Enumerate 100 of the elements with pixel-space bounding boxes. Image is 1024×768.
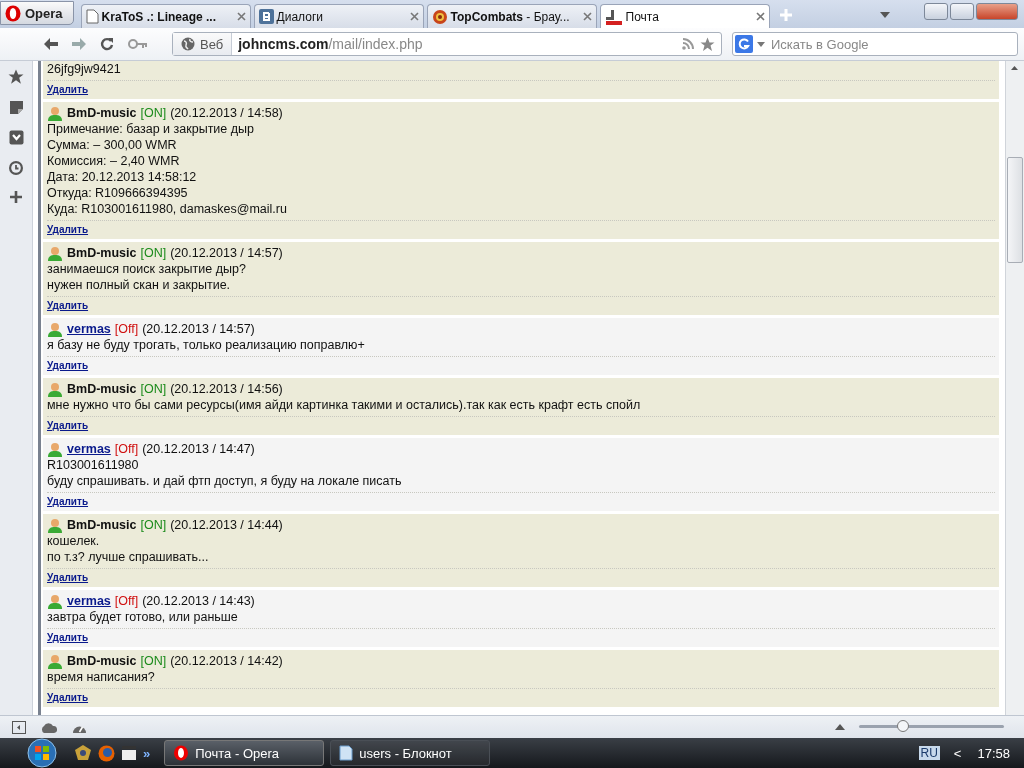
up-caret-icon[interactable]: [835, 724, 845, 730]
delete-link[interactable]: Удалить: [47, 300, 89, 312]
author-name: BmD-music: [67, 517, 137, 533]
search-field[interactable]: Искать в Google: [769, 35, 1017, 53]
user-icon: [47, 105, 63, 121]
status-label: [ON]: [140, 105, 167, 121]
minimize-button[interactable]: [924, 3, 948, 20]
emblem-app-icon[interactable]: [74, 744, 92, 762]
message-line: R103001611980: [47, 457, 140, 473]
firefox-icon[interactable]: [98, 744, 115, 762]
tray-expand-button[interactable]: <: [953, 745, 962, 761]
zoom-slider-thumb[interactable]: [896, 720, 909, 732]
history-clock-icon[interactable]: [8, 160, 24, 176]
author-link[interactable]: vermas: [67, 593, 111, 609]
user-icon: [47, 593, 63, 609]
message-time: (20.12.2013 / 14:42): [170, 653, 283, 669]
delete-link[interactable]: Удалить: [47, 84, 89, 96]
delete-link[interactable]: Удалить: [47, 224, 89, 236]
tab-list-caret-icon[interactable]: [879, 11, 891, 19]
taskbar-button[interactable]: Почта - Opera: [164, 740, 325, 766]
emblem-icon: [431, 8, 448, 25]
close-icon[interactable]: [236, 12, 246, 21]
message-line: я базу не буду трогать, только реализацию поправлю+: [47, 337, 366, 353]
author-name: BmD-music: [67, 245, 137, 261]
user-icon: [47, 321, 63, 337]
message-time: (20.12.2013 / 14:43): [142, 593, 255, 609]
status-label: [ON]: [140, 653, 167, 669]
cloud-icon[interactable]: [40, 721, 58, 733]
user-icon: [47, 245, 63, 261]
author-name: BmD-music: [67, 653, 137, 669]
user-icon: [47, 517, 63, 533]
rss-icon[interactable]: [682, 38, 694, 50]
message-line: Комиссия: – 2,40 WMR: [47, 153, 181, 169]
taskbar-button[interactable]: users - Блокнот: [330, 740, 491, 766]
url-text: johncms.com/mail/index.php: [237, 36, 424, 52]
opera-logo-icon: [5, 4, 21, 22]
browser-tab[interactable]: KraToS .: Lineage ...: [80, 4, 251, 28]
key-icon[interactable]: [128, 39, 148, 49]
add-panel-plus-icon[interactable]: [10, 191, 22, 203]
message-line: мне нужно что бы сами ресурсы(имя айди картинка такими и остались).так как есть крафт есть спойл: [47, 397, 642, 413]
address-field[interactable]: Веб johncms.com/mail/index.php: [172, 32, 722, 56]
forward-icon[interactable]: [72, 38, 86, 50]
delete-link[interactable]: Удалить: [47, 572, 89, 584]
downloads-icon[interactable]: [8, 130, 24, 145]
page-icon: [85, 9, 99, 24]
panel-toggle-icon[interactable]: [12, 720, 26, 734]
clapperboard-icon[interactable]: [121, 745, 137, 761]
message-line: Сумма: – 300,00 WMR: [47, 137, 178, 153]
message-line: занимаешся поиск закрытие дыр?: [47, 261, 247, 277]
status-label: [Off]: [114, 593, 139, 609]
delete-link[interactable]: Удалить: [47, 632, 89, 644]
search-bar[interactable]: Искать в Google: [732, 32, 1018, 56]
status-label: [ON]: [140, 245, 167, 261]
message-time: (20.12.2013 / 14:44): [170, 517, 283, 533]
message-time: (20.12.2013 / 14:57): [142, 321, 255, 337]
star-icon[interactable]: [700, 36, 715, 52]
user-icon: [47, 381, 63, 397]
notepad-icon: [339, 745, 354, 761]
start-button[interactable]: [24, 738, 60, 768]
caret-icon[interactable]: [757, 41, 765, 47]
restore-button[interactable]: [950, 3, 974, 20]
delete-link[interactable]: Удалить: [47, 360, 89, 372]
message-line: Откуда: R109666394395: [47, 185, 189, 201]
clock[interactable]: 17:58: [977, 745, 1010, 761]
language-indicator[interactable]: RU: [918, 746, 940, 760]
user-icon: [47, 653, 63, 669]
back-icon[interactable]: [44, 38, 58, 50]
quick-launch-overflow[interactable]: »: [143, 745, 151, 761]
delete-link[interactable]: Удалить: [47, 692, 89, 704]
status-label: [ON]: [140, 381, 167, 397]
delete-link[interactable]: Удалить: [47, 496, 89, 508]
message-line: время написания?: [47, 669, 156, 685]
message-time: (20.12.2013 / 14:47): [142, 441, 255, 457]
browser-tab[interactable]: TopCombats - Брау...: [426, 4, 597, 28]
browser-tab[interactable]: Диалоги: [253, 4, 424, 28]
author-name: BmD-music: [67, 381, 137, 397]
message-line: буду спрашивать. и дай фтп доступ, я буду на локале писать: [47, 473, 403, 489]
author-name: BmD-music: [67, 105, 137, 121]
opera-menu-button[interactable]: Opera: [0, 1, 74, 25]
close-icon[interactable]: [582, 12, 592, 21]
author-link[interactable]: vermas: [67, 321, 111, 337]
cms-logo-icon: [604, 8, 623, 25]
notes-icon[interactable]: [8, 100, 24, 115]
reload-icon[interactable]: [100, 37, 114, 51]
bookmarks-star-icon[interactable]: [8, 69, 24, 85]
close-icon[interactable]: [409, 12, 419, 21]
scrollbar-thumb[interactable]: [1007, 157, 1023, 263]
message-time: (20.12.2013 / 14:56): [170, 381, 283, 397]
user-icon: [47, 441, 63, 457]
zoom-slider[interactable]: [859, 720, 1004, 734]
author-link[interactable]: vermas: [67, 441, 111, 457]
delete-link[interactable]: Удалить: [47, 420, 89, 432]
browser-tab[interactable]: Почта: [599, 4, 770, 28]
message-line: Куда: R103001611980, damaskes@mail.ru: [47, 201, 288, 217]
status-label: [Off]: [114, 321, 139, 337]
status-label: [ON]: [140, 517, 167, 533]
close-icon[interactable]: [755, 12, 765, 21]
message-line: 26jfg9jw9421: [47, 61, 122, 77]
scrollbar[interactable]: [1005, 61, 1024, 715]
google-icon[interactable]: [735, 35, 753, 53]
